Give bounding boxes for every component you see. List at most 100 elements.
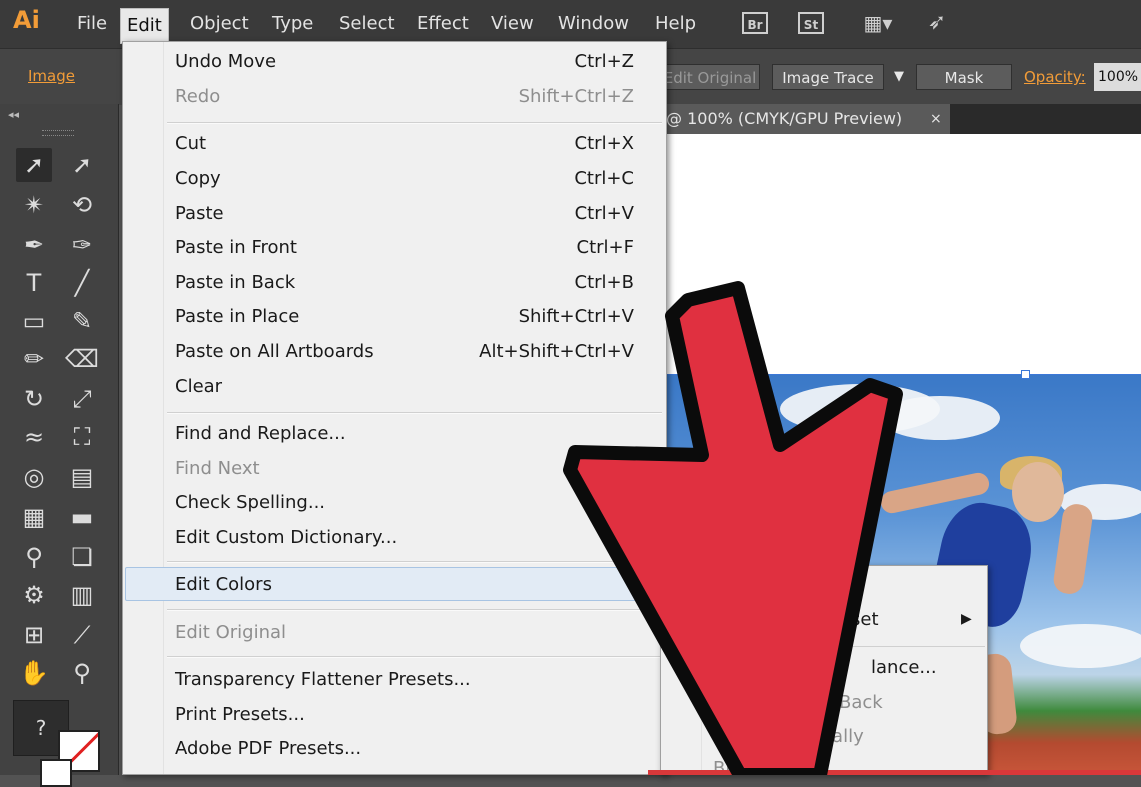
submenu-item-blend-horizontally-end[interactable]: tally — [825, 726, 864, 747]
lasso-tool-icon[interactable]: ⟲ — [64, 188, 100, 222]
direct-selection-tool-icon[interactable]: ➚ — [64, 148, 100, 182]
menu-item-check-spelling[interactable]: Check Spelling... — [175, 492, 325, 513]
submenu-item-blend-horizontally-start[interactable]: Blend — [713, 726, 764, 747]
shortcut-cut: Ctrl+X — [574, 133, 634, 154]
shortcut-undo-move: Ctrl+Z — [574, 51, 634, 72]
menu-item-paste[interactable]: Paste — [175, 203, 224, 224]
menu-item-edit-colors[interactable]: Edit Colors — [175, 574, 272, 595]
pencil-tool-icon[interactable]: ✏ — [16, 342, 52, 376]
shortcut-paste-in-back: Ctrl+B — [574, 272, 634, 293]
selection-tool-icon[interactable]: ➚ — [16, 148, 52, 182]
graph-tool-icon[interactable]: ▥ — [64, 578, 100, 612]
menu-item-cut[interactable]: Cut — [175, 133, 206, 154]
menu-effect[interactable]: Effect — [411, 13, 475, 34]
menu-item-transparency-flattener-presets[interactable]: Transparency Flattener Presets... — [175, 669, 471, 690]
submenu-item-adjust-color-balance-end[interactable]: lance... — [871, 657, 937, 678]
image-trace-button[interactable]: Image Trace — [772, 64, 884, 90]
submenu-item-recolor-with-preset[interactable]: set — [851, 609, 879, 630]
menu-item-paste-in-front[interactable]: Paste in Front — [175, 237, 297, 258]
perspective-grid-tool-icon[interactable]: ▤ — [64, 460, 100, 494]
menu-separator — [167, 609, 662, 611]
menu-edit[interactable]: Edit — [120, 8, 169, 44]
menu-item-find-next[interactable]: Find Next — [175, 458, 260, 479]
shortcut-redo: Shift+Ctrl+Z — [518, 86, 634, 107]
menu-select[interactable]: Select — [333, 13, 401, 34]
edit-menu-dropdown: Undo Move Ctrl+Z Redo Shift+Ctrl+Z Cut C… — [122, 41, 667, 775]
paintbrush-tool-icon[interactable]: ✎ — [64, 304, 100, 338]
edit-original-button[interactable]: Edit Original — [660, 64, 760, 90]
menu-separator — [167, 656, 662, 658]
shape-builder-tool-icon[interactable]: ◎ — [16, 460, 52, 494]
width-tool-icon[interactable]: ≈ — [16, 420, 52, 454]
zoom-tool-icon[interactable]: ⚲ — [64, 656, 100, 690]
menu-separator — [705, 646, 985, 647]
document-tab-title: @ 100% (CMYK/GPU Preview) — [666, 109, 903, 128]
menu-object[interactable]: Object — [184, 13, 255, 34]
arrange-documents-icon[interactable]: ▦▾ — [858, 12, 898, 34]
menu-item-paste-in-place[interactable]: Paste in Place — [175, 306, 299, 327]
pen-tool-icon[interactable]: ✒ — [16, 228, 52, 262]
slice-tool-icon[interactable]: ⟋ — [64, 618, 100, 652]
menu-item-undo-move[interactable]: Undo Move — [175, 51, 276, 72]
menu-view[interactable]: View — [485, 13, 540, 34]
scale-tool-icon[interactable]: ⤢ — [64, 382, 100, 416]
line-tool-icon[interactable]: ╱ — [64, 266, 100, 300]
hand-tool-icon[interactable]: ✋ — [16, 656, 52, 690]
document-tab[interactable]: @ 100% (CMYK/GPU Preview) × — [660, 104, 950, 134]
menu-item-find-and-replace[interactable]: Find and Replace... — [175, 423, 346, 444]
tools-panel: ◂◂ ➚ ➚ ✴ ⟲ ✒ ✑ T ╱ ▭ ✎ ✏ ⌫ ↻ ⤢ ≈ ⛶ ◎ ▤ ▦… — [0, 104, 119, 787]
menu-item-print-presets[interactable]: Print Presets... — [175, 704, 305, 725]
shortcut-paste-in-front: Ctrl+F — [576, 237, 634, 258]
opacity-input[interactable]: 100% — [1094, 63, 1141, 91]
gradient-tool-icon[interactable]: ▬ — [64, 500, 100, 534]
type-tool-icon[interactable]: T — [16, 266, 52, 300]
menu-type[interactable]: Type — [266, 13, 319, 34]
menu-separator — [167, 412, 662, 414]
eraser-tool-icon[interactable]: ⌫ — [64, 342, 100, 376]
close-tab-icon[interactable]: × — [930, 104, 942, 134]
gpu-rocket-icon[interactable]: ➶ — [924, 12, 950, 34]
rotate-tool-icon[interactable]: ↻ — [16, 382, 52, 416]
athlete-arm — [1051, 502, 1095, 596]
image-label[interactable]: Image — [28, 67, 75, 85]
menu-item-copy[interactable]: Copy — [175, 168, 221, 189]
menu-file[interactable]: File — [71, 13, 113, 34]
artboard-tool-icon[interactable]: ⊞ — [16, 618, 52, 652]
symbol-sprayer-tool-icon[interactable]: ⚙ — [16, 578, 52, 612]
fill-swatch[interactable] — [40, 759, 72, 787]
submenu-arrow-icon: ▶ — [639, 574, 650, 590]
opacity-label[interactable]: Opacity: — [1024, 68, 1086, 86]
submenu-item-blend-front-to-back-start[interactable]: Blen — [713, 692, 753, 713]
submenu-arrow-icon: ▶ — [961, 611, 972, 627]
rectangle-tool-icon[interactable]: ▭ — [16, 304, 52, 338]
mesh-tool-icon[interactable]: ▦ — [16, 500, 52, 534]
curvature-tool-icon[interactable]: ✑ — [64, 228, 100, 262]
menu-item-adobe-pdf-presets[interactable]: Adobe PDF Presets... — [175, 738, 361, 759]
free-transform-tool-icon[interactable]: ⛶ — [64, 420, 100, 454]
menu-item-paste-in-back[interactable]: Paste in Back — [175, 272, 295, 293]
menu-item-clear[interactable]: Clear — [175, 376, 222, 397]
menu-item-edit-custom-dictionary[interactable]: Edit Custom Dictionary... — [175, 527, 397, 548]
panel-grip[interactable] — [42, 130, 74, 136]
menu-item-edit-original[interactable]: Edit Original — [175, 622, 286, 643]
menu-item-paste-on-all-artboards[interactable]: Paste on All Artboards — [175, 341, 374, 362]
menu-help[interactable]: Help — [649, 13, 702, 34]
stock-icon[interactable]: St — [798, 12, 824, 34]
eyedropper-tool-icon[interactable]: ⚲ — [16, 540, 52, 574]
menu-separator — [167, 122, 662, 124]
submenu-item-adjust-color-balance-start[interactable]: A — [713, 657, 725, 678]
mask-button[interactable]: Mask — [916, 64, 1012, 90]
menu-item-redo[interactable]: Redo — [175, 86, 220, 107]
submenu-item-blend-front-to-back-end[interactable]: Back — [839, 692, 883, 713]
image-trace-dropdown[interactable]: ▼ — [888, 64, 910, 90]
menu-window[interactable]: Window — [552, 13, 635, 34]
blend-tool-icon[interactable]: ❏ — [64, 540, 100, 574]
bridge-icon[interactable]: Br — [742, 12, 768, 34]
edit-colors-submenu: set ▶ A lance... Blen Back Blend tally B… — [660, 565, 988, 779]
submenu-item-blend-vertically[interactable]: Blend Ver — [713, 758, 799, 779]
magic-wand-tool-icon[interactable]: ✴ — [16, 188, 52, 222]
collapse-panel-icon[interactable]: ◂◂ — [8, 108, 19, 121]
selection-handle[interactable] — [1021, 370, 1030, 379]
highlight-strip — [648, 770, 1141, 775]
cloud — [880, 396, 1000, 440]
